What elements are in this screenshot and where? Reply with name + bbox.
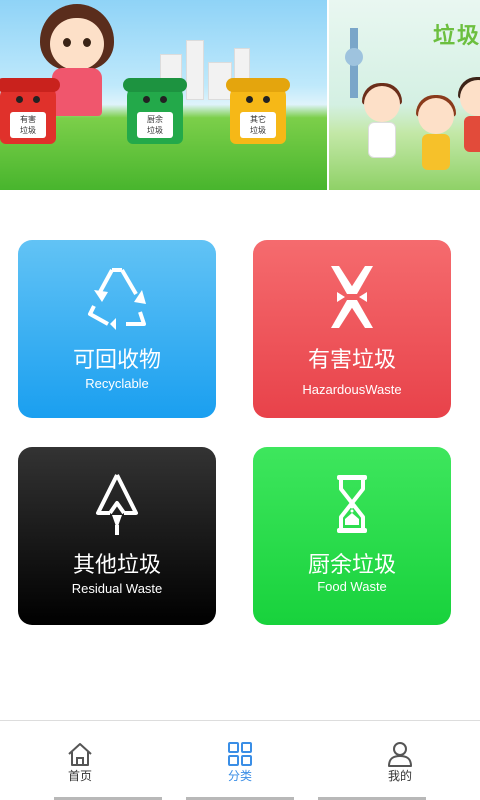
tab-label: 分类 xyxy=(227,769,252,783)
hazardous-waste-card[interactable]: 有害垃圾 HazardousWaste xyxy=(253,240,451,418)
kid-illustration xyxy=(416,95,456,178)
residual-waste-icon xyxy=(96,474,138,535)
category-title-en: Food Waste xyxy=(317,579,387,594)
grid-icon xyxy=(228,742,252,766)
food-waste-card[interactable]: 厨余垃圾 Food Waste xyxy=(253,447,451,625)
banner-slide-kids[interactable]: 垃圾 xyxy=(329,0,480,190)
kid-illustration xyxy=(458,77,480,160)
category-title-zh: 其他垃圾 xyxy=(72,553,161,578)
hazard-cross-icon xyxy=(331,266,373,328)
category-title-en: HazardousWaste xyxy=(302,382,402,397)
tab-home[interactable]: 首页 xyxy=(0,721,160,797)
other-bin-mascot: 其它 垃圾 xyxy=(226,78,290,144)
tab-mine[interactable]: 我的 xyxy=(320,721,480,797)
kitchen-bin-mascot: 厨余 垃圾 xyxy=(123,78,187,144)
bin-tag: 厨余 垃圾 xyxy=(137,112,173,138)
category-title-zh: 可回收物 xyxy=(72,348,161,373)
hourglass-icon xyxy=(337,475,367,533)
category-title-en: Residual Waste xyxy=(71,581,163,596)
banner-slide-bins[interactable]: 有害 垃圾 厨余 垃圾 其它 垃圾 xyxy=(0,0,327,190)
recyclable-card[interactable]: 可回收物 Recyclable xyxy=(18,240,216,418)
hazardous-bin-mascot: 有害 垃圾 xyxy=(0,78,60,144)
bottom-tab-bar: 首页 分类 我的 xyxy=(0,720,480,800)
category-title-en: Recyclable xyxy=(85,376,149,391)
bin-tag: 其它 垃圾 xyxy=(240,112,276,138)
category-title-zh: 有害垃圾 xyxy=(307,348,396,373)
residual-waste-card[interactable]: 其他垃圾 Residual Waste xyxy=(18,447,216,625)
banner-carousel[interactable]: 有害 垃圾 厨余 垃圾 其它 垃圾 垃圾 xyxy=(0,0,480,190)
tv-tower-illustration xyxy=(345,28,363,98)
category-title-zh: 厨余垃圾 xyxy=(307,553,396,578)
tab-label: 首页 xyxy=(67,769,92,783)
bin-tag: 有害 垃圾 xyxy=(10,112,46,138)
tab-label: 我的 xyxy=(387,769,412,783)
recycle-icon xyxy=(88,268,146,330)
banner-title: 垃圾 xyxy=(433,24,480,49)
user-icon xyxy=(388,742,412,767)
kid-illustration xyxy=(362,83,402,166)
home-icon xyxy=(68,743,92,766)
tab-category[interactable]: 分类 xyxy=(160,721,320,797)
